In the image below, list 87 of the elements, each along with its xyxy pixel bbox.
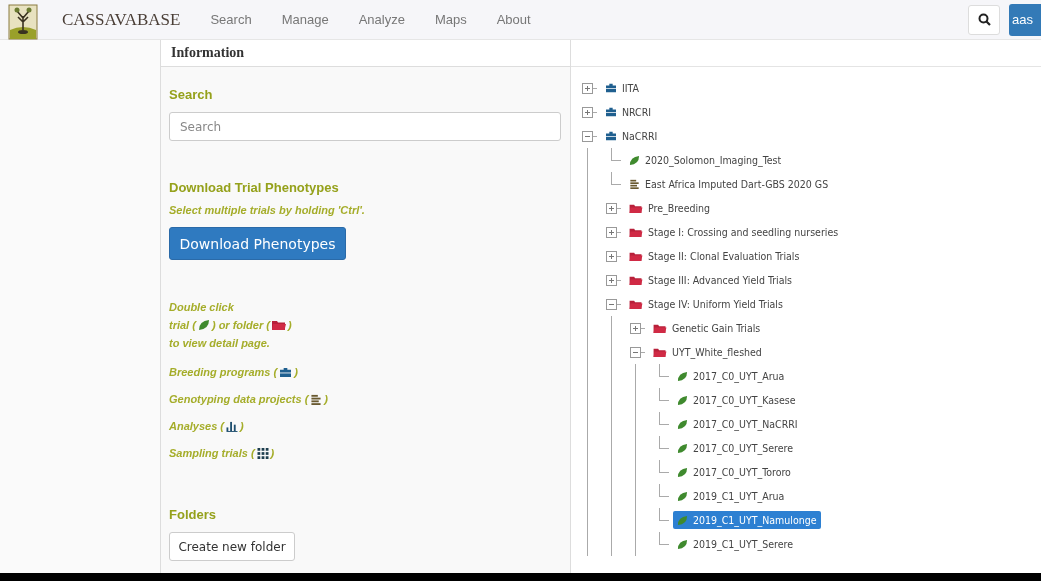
search-field[interactable]: Search: [169, 112, 561, 141]
nav-link[interactable]: Search: [210, 12, 252, 27]
leaf-icon: [677, 418, 688, 430]
folder-icon: [629, 226, 643, 238]
hint-text: Double click: [169, 301, 234, 313]
nav-link[interactable]: Maps: [434, 12, 467, 27]
expand-icon[interactable]: [606, 226, 617, 238]
expand-icon[interactable]: [606, 250, 617, 262]
tree-node[interactable]: 2017_C0_UYT_Serere: [673, 439, 797, 457]
legend-text: ): [294, 366, 298, 378]
tree-node[interactable]: 2017_C0_UYT_Tororo: [673, 463, 795, 481]
leaf-icon: [677, 538, 688, 550]
bar-chart-icon: [226, 420, 239, 432]
hint-text: ): [287, 319, 292, 331]
tree-node[interactable]: 2017_C0_UYT_NaCRRI: [673, 415, 802, 433]
tree-node[interactable]: Stage IV: Uniform Yield Trials: [625, 295, 787, 313]
leaf-icon: [629, 154, 640, 166]
expand-icon[interactable]: [582, 106, 593, 118]
tree-node[interactable]: NaCRRI: [601, 127, 662, 145]
brand-link[interactable]: CASSAVABASE: [62, 9, 181, 30]
tree-node[interactable]: 2019_C1_UYT_Arua: [673, 487, 789, 505]
folder-icon: [629, 250, 643, 262]
tree-node[interactable]: Stage I: Crossing and seedling nurseries: [625, 223, 843, 241]
search-icon: [977, 13, 991, 26]
hint-text: ) or folder (: [211, 319, 270, 331]
tree-node[interactable]: Stage II: Clonal Evaluation Trials: [625, 247, 804, 265]
tree-node[interactable]: 2019_C1_UYT_Namulonge: [673, 511, 821, 529]
collapse-icon[interactable]: [630, 346, 641, 358]
leaf-icon: [677, 514, 688, 526]
list-icon: [310, 393, 323, 405]
leaf-icon: [677, 370, 688, 382]
grid-icon: [256, 447, 269, 459]
folder-icon: [629, 298, 643, 310]
leaf-icon: [677, 490, 688, 502]
tree-node[interactable]: 2017_C0_UYT_Arua: [673, 367, 789, 385]
tree-node[interactable]: 2017_C0_UYT_Kasese: [673, 391, 800, 409]
tree-node[interactable]: 2019_C1_UYT_Serere: [673, 535, 797, 553]
nav-link[interactable]: Manage: [281, 12, 329, 27]
collapse-icon[interactable]: [582, 130, 593, 142]
briefcase-icon: [605, 131, 617, 141]
folder-icon: [629, 202, 643, 214]
create-folder-button[interactable]: Create new folder: [169, 532, 295, 561]
expand-icon[interactable]: [582, 82, 593, 94]
expand-icon[interactable]: [606, 274, 617, 286]
legend-text: Analyses (: [169, 420, 225, 432]
leaf-icon: [197, 319, 210, 331]
tree-node[interactable]: IITA: [601, 79, 643, 97]
folder-icon: [653, 322, 667, 334]
nav-link[interactable]: About: [496, 12, 531, 27]
hint-text: Select multiple trials by holding 'Ctrl'.: [169, 204, 366, 216]
briefcase-icon: [605, 107, 617, 117]
collapse-icon[interactable]: [606, 298, 617, 310]
user-button[interactable]: aas: [1009, 3, 1041, 36]
download-button[interactable]: Download Phenotypes: [169, 227, 346, 260]
tree-node[interactable]: Pre_Breeding: [625, 199, 715, 217]
folder-icon: [653, 346, 667, 358]
expand-icon[interactable]: [606, 202, 617, 214]
tree-node[interactable]: Genetic Gain Trials: [649, 319, 765, 337]
legend-text: ): [270, 447, 275, 459]
hint-text: trial (: [169, 319, 196, 331]
legend-text: Sampling trials (: [169, 447, 255, 459]
tree-node[interactable]: East Africa Imputed Dart-GBS 2020 GS: [625, 175, 833, 193]
tree-node[interactable]: UYT_White_fleshed: [649, 343, 766, 361]
briefcase-icon: [279, 366, 293, 378]
nav-link[interactable]: Analyze: [358, 12, 405, 27]
list-icon: [629, 179, 640, 189]
folder-icon: [629, 274, 643, 286]
legend-text: ): [240, 420, 244, 432]
search-button[interactable]: [968, 4, 1000, 35]
section-heading: Search: [169, 87, 214, 102]
expand-icon[interactable]: [630, 322, 641, 334]
section-heading: Download Trial Phenotypes: [169, 180, 340, 195]
tree-node[interactable]: 2020_Solomon_Imaging_Test: [625, 151, 786, 169]
tree-node[interactable]: Stage III: Advanced Yield Trials: [625, 271, 796, 289]
legend-text: ): [324, 393, 329, 405]
hint-text: to view detail page.: [169, 337, 270, 349]
logo-icon[interactable]: [8, 3, 38, 40]
legend-text: Breeding programs (: [169, 366, 278, 378]
tree-node[interactable]: NRCRI: [601, 103, 656, 121]
leaf-icon: [677, 442, 688, 454]
panel-title: Information: [171, 45, 245, 61]
leaf-icon: [677, 394, 688, 406]
section-heading: Folders: [169, 507, 217, 522]
leaf-icon: [677, 466, 688, 478]
folder-icon: [271, 319, 286, 331]
legend-text: Genotyping data projects (: [169, 393, 309, 405]
briefcase-icon: [605, 83, 617, 93]
